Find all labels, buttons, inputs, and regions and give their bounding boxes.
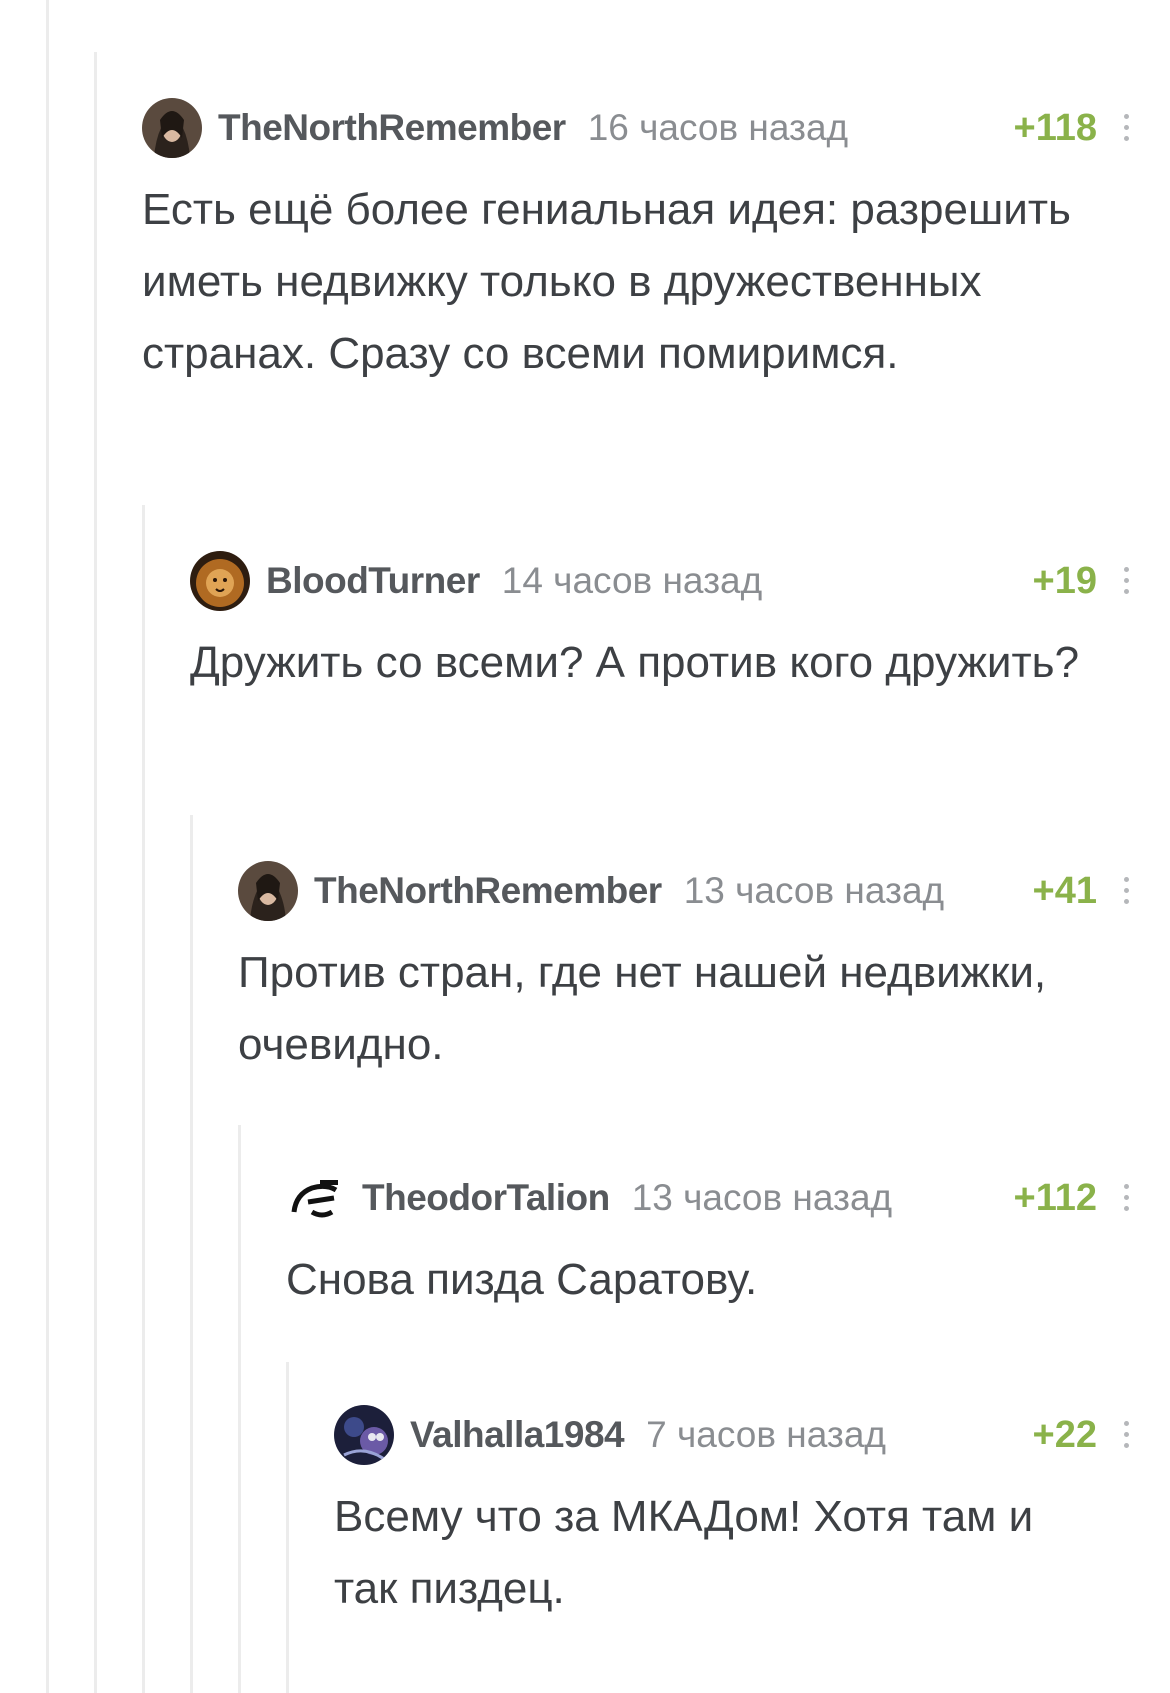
timestamp[interactable]: 16 часов назад — [588, 107, 848, 148]
rating: +41 — [1032, 870, 1097, 912]
vertical-dots-icon[interactable] — [1124, 567, 1130, 597]
comment-text: Есть ещё более гениальная идея: разрешит… — [142, 185, 1071, 378]
thread-line-root — [46, 0, 49, 1693]
comment: TheodorTalion 13 часов назад +112 Снова п… — [286, 1168, 1170, 1316]
comment-text: Всему что за МКАДом! Хотя там и так пизд… — [334, 1492, 1034, 1613]
comment-header: TheodorTalion 13 часов назад +112 — [286, 1168, 1170, 1228]
vertical-dots-icon[interactable] — [1124, 1184, 1130, 1214]
comment-meta: TheNorthRemember 13 часов назад — [314, 861, 944, 921]
comment-meta: Valhalla1984 7 часов назад — [410, 1405, 886, 1465]
avatar[interactable] — [334, 1405, 394, 1465]
timestamp[interactable]: 7 часов назад — [646, 1414, 886, 1455]
thread-line-level-1 — [94, 52, 97, 1693]
vertical-dots-icon[interactable] — [1124, 114, 1130, 144]
thread-line-level-4 — [238, 1125, 241, 1693]
comment-text: Против стран, где нет нашей недвижки, оч… — [238, 948, 1047, 1069]
comment: TheNorthRemember 13 часов назад +41 Проти… — [238, 861, 1170, 1081]
comment-meta: TheodorTalion 13 часов назад — [362, 1168, 892, 1228]
username[interactable]: Valhalla1984 — [410, 1414, 625, 1455]
thread-line-level-3 — [190, 815, 193, 1693]
rating: +112 — [1013, 1177, 1098, 1219]
thread-line-level-2 — [142, 505, 145, 1693]
comment: Valhalla1984 7 часов назад +22 Всему что … — [334, 1405, 1170, 1625]
vertical-dots-icon[interactable] — [1124, 1421, 1130, 1451]
rating: +22 — [1032, 1414, 1097, 1456]
comment-header: TheNorthRemember 13 часов назад +41 — [238, 861, 1170, 921]
avatar[interactable] — [286, 1168, 346, 1228]
avatar[interactable] — [142, 98, 202, 158]
vertical-dots-icon[interactable] — [1124, 877, 1130, 907]
username[interactable]: TheNorthRemember — [218, 107, 566, 148]
avatar[interactable] — [190, 551, 250, 611]
avatar[interactable] — [238, 861, 298, 921]
timestamp[interactable]: 14 часов назад — [502, 560, 762, 601]
timestamp[interactable]: 13 часов назад — [632, 1177, 892, 1218]
rating: +118 — [1013, 107, 1098, 149]
thread-line-level-5 — [286, 1362, 289, 1693]
timestamp[interactable]: 13 часов назад — [684, 870, 944, 911]
comment-header: TheNorthRemember 16 часов назад +118 — [142, 98, 1170, 158]
comment-header: Valhalla1984 7 часов назад +22 — [334, 1405, 1170, 1465]
rating: +19 — [1032, 560, 1097, 602]
comment: TheNorthRemember 16 часов назад +118 Есть… — [142, 98, 1170, 390]
comment-meta: BloodTurner 14 часов назад — [266, 551, 762, 611]
username[interactable]: TheNorthRemember — [314, 870, 662, 911]
comment-meta: TheNorthRemember 16 часов назад — [218, 98, 848, 158]
comment: BloodTurner 14 часов назад +19 Дружить со… — [190, 551, 1170, 699]
username[interactable]: BloodTurner — [266, 560, 480, 601]
username[interactable]: TheodorTalion — [362, 1177, 610, 1218]
comment-header: BloodTurner 14 часов назад +19 — [190, 551, 1170, 611]
comment-text: Снова пизда Саратову. — [286, 1255, 758, 1304]
comment-text: Дружить со всеми? А против кого дружить? — [190, 638, 1080, 687]
